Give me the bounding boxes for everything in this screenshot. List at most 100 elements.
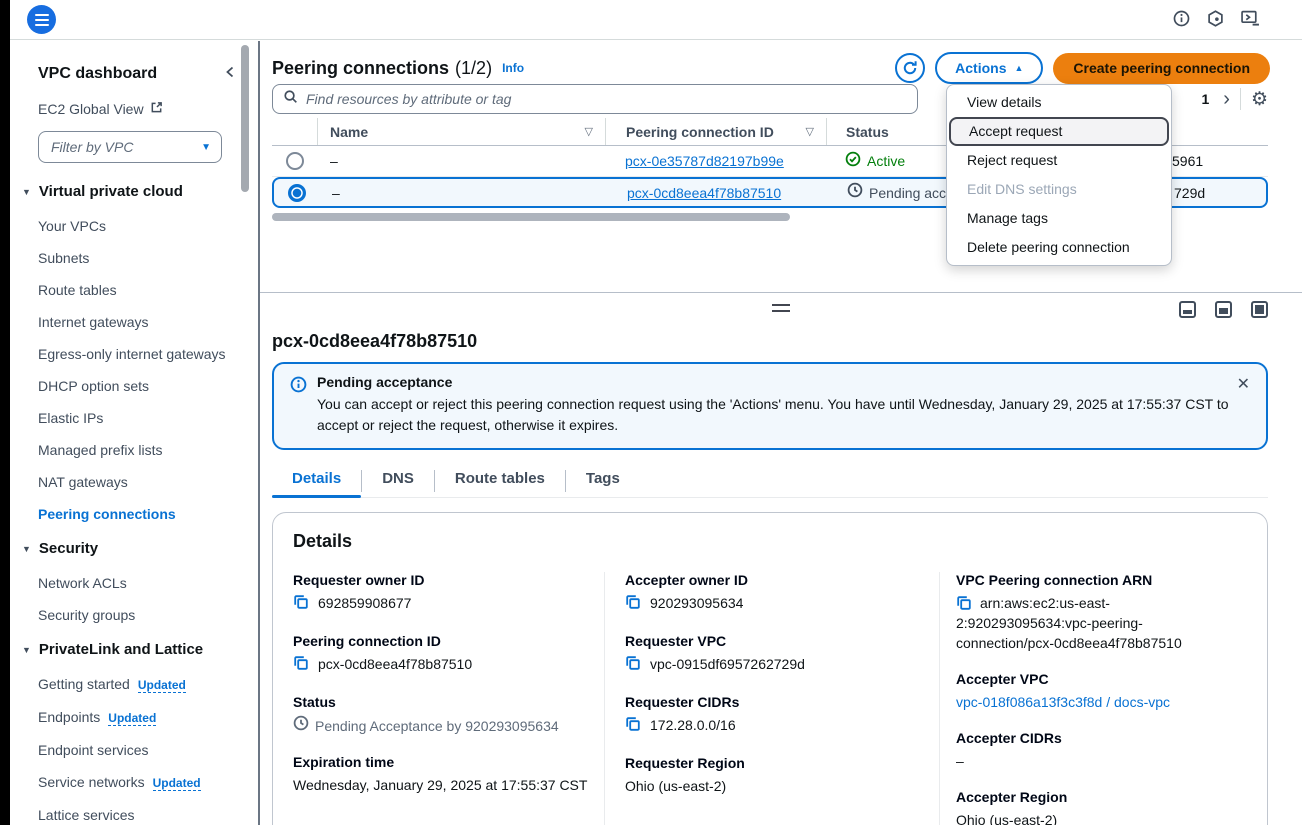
- sidebar-title: VPC dashboard: [38, 65, 157, 83]
- sidebar-item-endpoints[interactable]: EndpointsUpdated: [38, 701, 234, 734]
- table-settings-gear-icon[interactable]: ⚙: [1251, 88, 1268, 111]
- sidebar-item-dhcp-option-sets[interactable]: DHCP option sets: [38, 370, 234, 402]
- sidebar-item-network-acls[interactable]: Network ACLs: [38, 567, 234, 599]
- tab-tags[interactable]: Tags: [566, 464, 640, 497]
- sidebar: VPC dashboard EC2 Global View Filter by …: [10, 41, 250, 825]
- filter-by-vpc-placeholder: Filter by VPC: [51, 139, 133, 155]
- tab-route-tables[interactable]: Route tables: [435, 464, 565, 497]
- banner-close-icon[interactable]: ✕: [1237, 374, 1250, 394]
- peering-id-link[interactable]: pcx-0e35787d82197b99e: [625, 153, 784, 169]
- copy-icon[interactable]: [625, 655, 641, 676]
- sort-icon[interactable]: ▽: [806, 125, 826, 138]
- status-value: Pending Acceptance by 920293095634: [315, 716, 559, 736]
- accepter-cidrs-value: –: [956, 751, 964, 771]
- requester-region-value: Ohio (us-east-2): [625, 776, 726, 796]
- info-icon[interactable]: [1173, 10, 1190, 27]
- horizontal-scrollbar[interactable]: [272, 213, 790, 221]
- sidebar-item-managed-prefix-lists[interactable]: Managed prefix lists: [38, 434, 234, 466]
- sidebar-section-header-privatelink[interactable]: ▼ PrivateLink and Lattice: [22, 641, 236, 658]
- requester-cidrs-value: 172.28.0.0/16: [650, 715, 736, 735]
- caret-up-icon: ▲: [1014, 63, 1023, 73]
- sidebar-item-subnets[interactable]: Subnets: [38, 242, 234, 274]
- status-active-icon: [845, 151, 861, 172]
- pagination-next-icon[interactable]: ›: [1223, 89, 1230, 109]
- menu-item-edit-dns-settings: Edit DNS settings: [947, 175, 1171, 204]
- resource-count: (1/2): [455, 58, 492, 79]
- details-card: Details Requester owner ID 692859908677 …: [272, 512, 1268, 825]
- copy-icon[interactable]: [625, 716, 641, 737]
- external-link-icon: [150, 101, 163, 117]
- selected-resource-title: pcx-0cd8eea4f78b87510: [272, 331, 1290, 352]
- sidebar-item-your-vpcs[interactable]: Your VPCs: [38, 210, 234, 242]
- detail-tabs: Details DNS Route tables Tags: [272, 464, 1268, 498]
- sidebar-item-security-groups[interactable]: Security groups: [38, 599, 234, 631]
- row-radio-selected[interactable]: [288, 184, 306, 202]
- peering-id-link[interactable]: pcx-0cd8eea4f78b87510: [627, 185, 781, 201]
- cloudshell-terminal-icon[interactable]: [1241, 10, 1260, 27]
- actions-button-label: Actions: [955, 60, 1006, 76]
- sidebar-section-security: ▼ Security Network ACLs Security groups: [38, 540, 236, 631]
- sidebar-item-elastic-ips[interactable]: Elastic IPs: [38, 402, 234, 434]
- refresh-button[interactable]: [895, 53, 925, 83]
- sidebar-item-getting-started[interactable]: Getting startedUpdated: [38, 668, 234, 701]
- sidebar-collapse-icon[interactable]: [224, 65, 236, 83]
- copy-icon[interactable]: [625, 594, 641, 615]
- sidebar-scrollbar[interactable]: [241, 45, 249, 192]
- peering-connection-id-value: pcx-0cd8eea4f78b87510: [318, 654, 472, 674]
- copy-icon[interactable]: [293, 655, 309, 676]
- sidebar-section-header-vpc[interactable]: ▼ Virtual private cloud: [22, 183, 236, 200]
- pending-clock-icon: [293, 715, 309, 736]
- banner-body: You can accept or reject this peering co…: [317, 394, 1250, 436]
- actions-button[interactable]: Actions ▲: [935, 52, 1043, 84]
- expiration-time-value: Wednesday, January 29, 2025 at 17:55:37 …: [293, 775, 587, 795]
- column-header-name[interactable]: Name: [330, 124, 368, 140]
- copy-icon[interactable]: [293, 594, 309, 615]
- sidebar-item-route-tables[interactable]: Route tables: [38, 274, 234, 306]
- tab-dns[interactable]: DNS: [362, 464, 434, 497]
- sort-icon[interactable]: ▽: [585, 125, 605, 138]
- filter-by-vpc-select[interactable]: Filter by VPC ▼: [38, 131, 222, 163]
- status-pending-icon: [847, 182, 863, 203]
- layout-bottom-panel-icon[interactable]: [1179, 301, 1196, 318]
- sidebar-section-header-security[interactable]: ▼ Security: [22, 540, 236, 557]
- menu-item-accept-request[interactable]: Accept request: [949, 117, 1169, 146]
- column-header-status[interactable]: Status: [846, 124, 889, 140]
- sidebar-item-endpoint-services[interactable]: Endpoint services: [38, 734, 234, 766]
- accepter-vpc-link[interactable]: vpc-018f086a13f3c3f8d / docs-vpc: [956, 692, 1170, 712]
- menu-item-manage-tags[interactable]: Manage tags: [947, 204, 1171, 233]
- layout-split-panel-icon[interactable]: [1215, 301, 1232, 318]
- layout-full-panel-icon[interactable]: [1251, 301, 1268, 318]
- pagination-page-1[interactable]: 1: [1197, 91, 1213, 107]
- hamburger-menu-button[interactable]: [27, 5, 56, 34]
- sidebar-item-egress-only-internet-gateways[interactable]: Egress-only internet gateways: [38, 338, 234, 370]
- pending-acceptance-banner: Pending acceptance You can accept or rej…: [272, 362, 1268, 450]
- sidebar-item-nat-gateways[interactable]: NAT gateways: [38, 466, 234, 498]
- field-label: Requester VPC: [625, 633, 923, 649]
- search-box: [272, 84, 918, 114]
- field-label: Requester Region: [625, 755, 923, 771]
- field-label: Requester CIDRs: [625, 694, 923, 710]
- sidebar-item-lattice-services[interactable]: Lattice services: [38, 799, 234, 825]
- field-label: Accepter owner ID: [625, 572, 923, 588]
- field-label: Peering connection ID: [293, 633, 588, 649]
- info-link[interactable]: Info: [502, 61, 524, 75]
- field-label: Accepter CIDRs: [956, 730, 1231, 746]
- sidebar-item-peering-connections[interactable]: Peering connections: [38, 498, 234, 530]
- page-title: Peering connections: [272, 58, 449, 79]
- copy-icon[interactable]: [956, 595, 980, 611]
- menu-item-reject-request[interactable]: Reject request: [947, 146, 1171, 175]
- menu-item-delete-peering-connection[interactable]: Delete peering connection: [947, 233, 1171, 262]
- sidebar-item-internet-gateways[interactable]: Internet gateways: [38, 306, 234, 338]
- panel-resize-handle[interactable]: [772, 304, 790, 312]
- menu-item-view-details[interactable]: View details: [947, 88, 1171, 117]
- tab-details[interactable]: Details: [272, 464, 361, 497]
- row-radio-unselected[interactable]: [286, 152, 304, 170]
- sidebar-item-ec2-global-view[interactable]: EC2 Global View: [38, 101, 236, 117]
- create-peering-connection-button[interactable]: Create peering connection: [1053, 53, 1270, 84]
- sidebar-item-service-networks[interactable]: Service networksUpdated: [38, 766, 234, 799]
- column-header-peering-id[interactable]: Peering connection ID: [626, 124, 774, 140]
- accepter-region-value: Ohio (us-east-2): [956, 810, 1057, 825]
- search-input[interactable]: [306, 91, 907, 107]
- hexagon-gauge-icon[interactable]: [1207, 10, 1224, 27]
- field-label: Accepter VPC: [956, 671, 1231, 687]
